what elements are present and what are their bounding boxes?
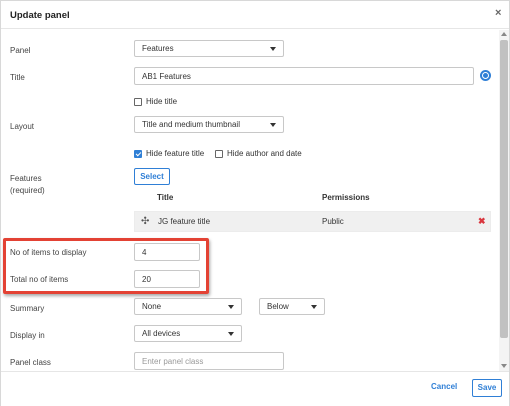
total-items-label: Total no of items <box>10 275 69 284</box>
hide-feature-title-checkbox[interactable]: Hide feature title <box>134 148 204 159</box>
chevron-down-icon <box>311 305 317 309</box>
dialog-title: Update panel <box>10 10 70 21</box>
panel-class-input[interactable]: Enter panel class <box>134 352 284 370</box>
scrollbar-thumb[interactable] <box>500 40 508 338</box>
panel-class-placeholder: Enter panel class <box>142 357 204 366</box>
title-label: Title <box>10 73 25 82</box>
hide-author-date-checkbox[interactable]: Hide author and date <box>215 148 302 159</box>
layout-label: Layout <box>10 122 35 131</box>
update-panel-dialog: Update panel × Panel Features Title AB1 … <box>0 0 510 406</box>
summary-select-value: None <box>142 302 162 311</box>
display-in-label: Display in <box>10 331 45 340</box>
total-items-input[interactable]: 20 <box>134 270 200 288</box>
summary-position-value: Below <box>267 302 289 311</box>
display-in-select-value: All devices <box>142 329 181 338</box>
dialog-header: Update panel × <box>1 1 509 29</box>
chevron-down-icon <box>270 47 276 51</box>
cancel-button[interactable]: Cancel <box>431 382 457 391</box>
total-items-value: 20 <box>142 275 151 284</box>
items-to-display-value: 4 <box>142 248 147 257</box>
select-features-button[interactable]: Select <box>134 168 170 185</box>
feature-title-cell: JG feature title <box>158 217 211 226</box>
panel-class-label: Panel class <box>10 358 51 367</box>
panel-select-value: Features <box>142 44 174 53</box>
panel-select[interactable]: Features <box>134 40 284 57</box>
hide-title-checkbox[interactable]: Hide title <box>134 96 177 107</box>
hide-feature-title-checkbox-box[interactable] <box>134 149 142 158</box>
layout-select-value: Title and medium thumbnail <box>142 120 240 129</box>
chevron-down-icon <box>228 305 234 309</box>
hide-title-checkbox-box[interactable] <box>134 97 142 106</box>
table-row: ✣ JG feature title Public ✖ <box>134 211 491 232</box>
save-button[interactable]: Save <box>472 379 502 397</box>
scroll-down-icon[interactable] <box>501 364 507 368</box>
summary-select[interactable]: None <box>134 298 242 315</box>
drag-handle-icon[interactable]: ✣ <box>141 216 149 227</box>
hide-author-date-label: Hide author and date <box>227 149 302 158</box>
feature-permissions-cell: Public <box>322 217 344 226</box>
close-icon[interactable]: × <box>495 8 501 19</box>
title-input-value: AB1 Features <box>142 72 191 81</box>
hide-feature-title-label: Hide feature title <box>146 149 205 158</box>
scroll-up-icon[interactable] <box>501 32 507 36</box>
summary-position-select[interactable]: Below <box>259 298 325 315</box>
panel-label: Panel <box>10 46 31 55</box>
features-label: Features <box>10 174 42 183</box>
features-required-label: (required) <box>10 186 45 195</box>
hide-author-date-checkbox-box[interactable] <box>215 149 223 158</box>
items-to-display-label: No of items to display <box>10 248 87 257</box>
items-to-display-input[interactable]: 4 <box>134 243 200 261</box>
features-column-permissions: Permissions <box>322 193 370 202</box>
layout-select[interactable]: Title and medium thumbnail <box>134 116 284 133</box>
summary-label: Summary <box>10 304 45 313</box>
display-in-select[interactable]: All devices <box>134 325 242 342</box>
hide-title-label: Hide title <box>146 97 178 106</box>
delete-icon[interactable]: ✖ <box>478 216 486 227</box>
title-input[interactable]: AB1 Features <box>134 67 474 85</box>
chevron-down-icon <box>270 123 276 127</box>
globe-icon[interactable] <box>480 70 491 81</box>
features-column-title: Title <box>157 193 174 202</box>
chevron-down-icon <box>228 332 234 336</box>
